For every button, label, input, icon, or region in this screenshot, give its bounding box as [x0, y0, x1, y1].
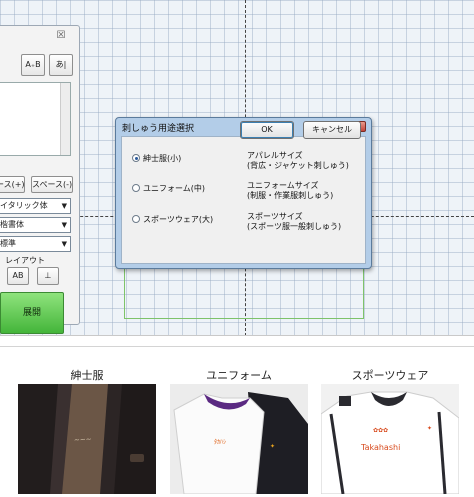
- space-plus-button[interactable]: ース(+): [0, 176, 25, 193]
- embroidery-purpose-dialog: 刺しゅう用途選択 ✕ 紳士服(小) アパレルサイズ (背広・ジャケット刺しゅう)…: [115, 117, 372, 269]
- text-area-scrollbar[interactable]: [60, 83, 70, 155]
- text-input-area[interactable]: [0, 82, 71, 156]
- option-label: スポーツウェア(大): [143, 215, 214, 224]
- option-description: ユニフォームサイズ (制服・作業服刺しゅう): [247, 181, 333, 201]
- caption-uniform: ユニフォーム: [206, 369, 272, 382]
- radio-icon[interactable]: [132, 215, 140, 223]
- size-select[interactable]: 標準 ▼: [0, 236, 71, 252]
- chevron-down-icon: ▼: [61, 240, 67, 248]
- cancel-button[interactable]: キャンセル: [303, 121, 361, 139]
- garment-examples: 紳士服 ユニフォーム スポーツウェア ~~~ ﾀｶﾊｼ ✦ ✿✿✿ Takaha…: [0, 346, 474, 497]
- gentleman-suit-photo: ~~~: [18, 384, 156, 494]
- layout-horizontal-button[interactable]: AB: [7, 267, 29, 285]
- svg-text:✦: ✦: [270, 443, 275, 450]
- style-select-value: 楷書体: [0, 220, 24, 229]
- description-line: ユニフォームサイズ: [247, 181, 319, 190]
- description-line: (スポーツ服一般刺しゅう): [247, 222, 342, 231]
- description-line: スポーツサイズ: [247, 212, 303, 221]
- app-screenshot: ☒ A₊B あ| ース(+) スペース(-) イタリック体 ▼ 楷書体 ▼ 標準…: [0, 0, 474, 336]
- option-description: スポーツサイズ (スポーツ服一般刺しゅう): [247, 212, 341, 232]
- text-tool-panel: ☒ A₊B あ| ース(+) スペース(-) イタリック体 ▼ 楷書体 ▼ 標準…: [0, 25, 80, 334]
- suit-illustration: ~~~: [18, 384, 156, 494]
- option-label: ユニフォーム(中): [143, 184, 206, 193]
- radio-icon[interactable]: [132, 184, 140, 192]
- uniform-illustration: ﾀｶﾊｼ ✦: [170, 384, 308, 494]
- description-line: (制服・作業服刺しゅう): [247, 191, 334, 200]
- caption-sportswear: スポーツウェア: [351, 369, 429, 382]
- chevron-down-icon: ▼: [61, 202, 67, 210]
- option-sportswear[interactable]: スポーツウェア(大): [132, 214, 213, 225]
- size-select-value: 標準: [0, 239, 16, 248]
- sportswear-embroidery-text: Takahashi: [360, 443, 400, 452]
- option-description: アパレルサイズ (背広・ジャケット刺しゅう): [247, 151, 349, 171]
- layout-label: レイアウト: [5, 256, 45, 265]
- svg-text:~~~: ~~~: [74, 435, 92, 444]
- layout-vertical-button[interactable]: ⊥: [37, 267, 59, 285]
- dialog-body: 紳士服(小) アパレルサイズ (背広・ジャケット刺しゅう) ユニフォーム(中) …: [121, 136, 366, 264]
- style-select[interactable]: 楷書体 ▼: [0, 217, 71, 233]
- space-minus-button[interactable]: スペース(-): [31, 176, 73, 193]
- chevron-down-icon: ▼: [61, 221, 67, 229]
- page: ☒ A₊B あ| ース(+) スペース(-) イタリック体 ▼ 楷書体 ▼ 標準…: [0, 0, 474, 497]
- svg-text:✦: ✦: [427, 425, 432, 432]
- uniform-embroidery-text: ﾀｶﾊｼ: [214, 439, 226, 446]
- font-select-value: イタリック体: [0, 201, 48, 210]
- dialog-title: 刺しゅう用途選択: [122, 124, 195, 134]
- sportswear-photo: ✿✿✿ Takahashi ✦: [321, 384, 459, 494]
- description-line: アパレルサイズ: [247, 151, 303, 160]
- radio-selected-icon[interactable]: [132, 154, 140, 162]
- caption-gentleman: 紳士服: [70, 369, 104, 382]
- svg-text:✿✿✿: ✿✿✿: [373, 427, 388, 434]
- expand-button[interactable]: 展開: [0, 292, 64, 334]
- option-label: 紳士服(小): [143, 154, 182, 163]
- sportswear-illustration: ✿✿✿ Takahashi ✦: [321, 384, 459, 494]
- uniform-photo: ﾀｶﾊｼ ✦: [170, 384, 308, 494]
- font-select[interactable]: イタリック体 ▼: [0, 198, 71, 214]
- description-line: (背広・ジャケット刺しゅう): [247, 161, 349, 170]
- tool-button-char-spacing[interactable]: A₊B: [21, 54, 45, 76]
- tool-button-kana[interactable]: あ|: [49, 54, 73, 76]
- panel-close-icon[interactable]: ☒: [53, 30, 69, 42]
- option-gentleman[interactable]: 紳士服(小): [132, 153, 181, 164]
- option-uniform[interactable]: ユニフォーム(中): [132, 183, 205, 194]
- ok-button[interactable]: OK: [240, 121, 294, 139]
